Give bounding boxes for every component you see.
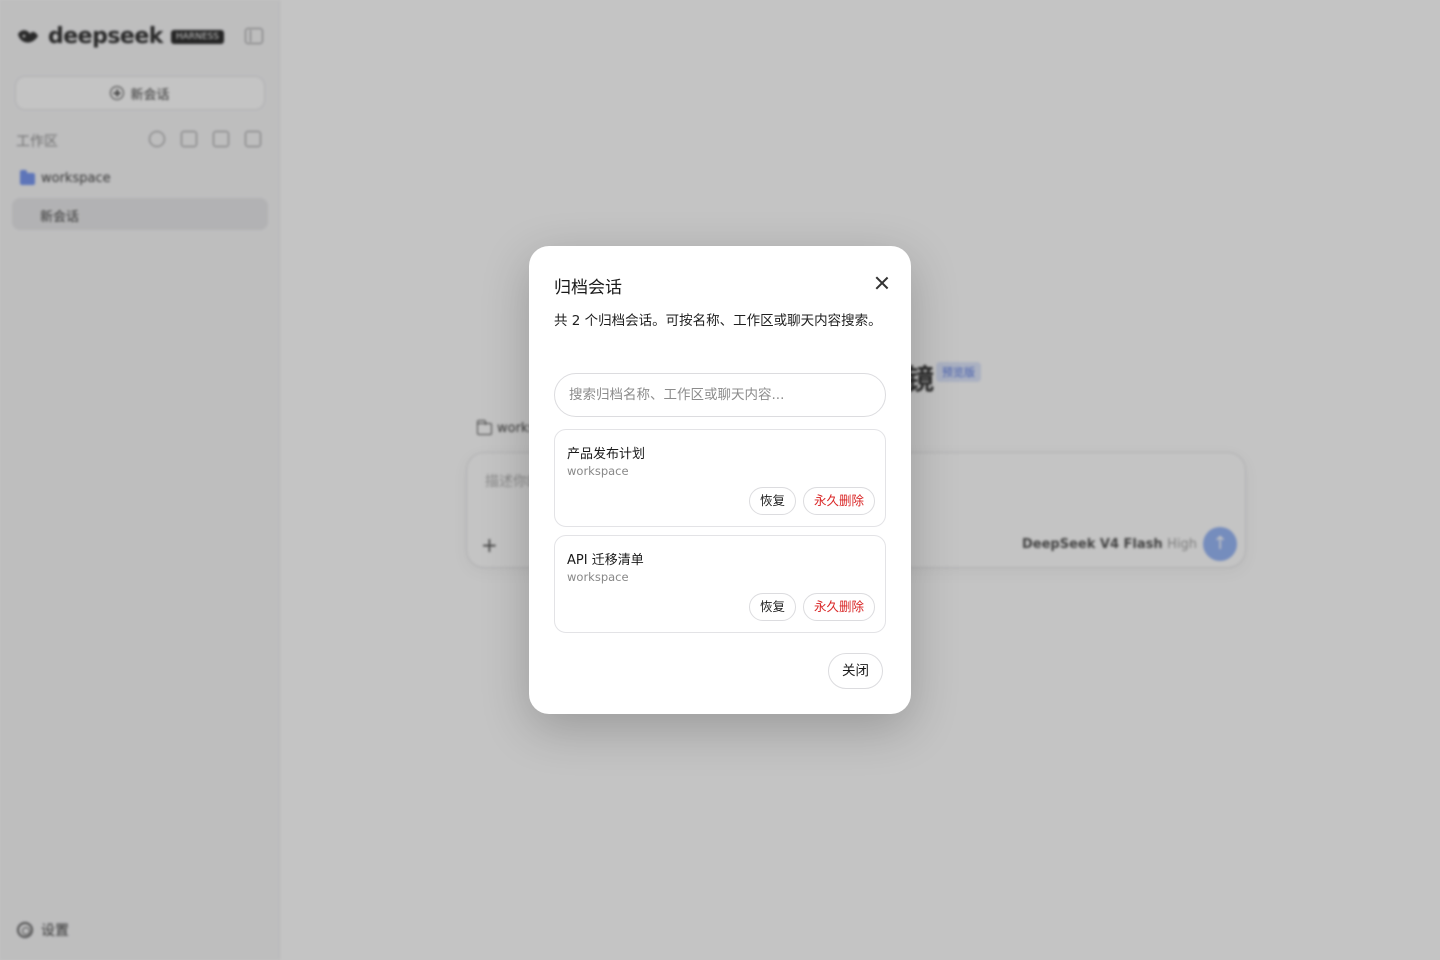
restore-button[interactable]: 恢复 (749, 593, 797, 621)
archived-item: 产品发布计划 workspace 恢复 永久删除 (554, 429, 886, 527)
archived-item-workspace: workspace (567, 570, 629, 584)
restore-button[interactable]: 恢复 (749, 487, 797, 515)
archived-item: API 迁移清单 workspace 恢复 永久删除 (554, 535, 886, 633)
archived-conversations-dialog: 归档会话 共 2 个归档会话。可按名称、工作区或聊天内容搜索。 产品发布计划 w… (529, 246, 911, 714)
archived-item-workspace: workspace (567, 464, 629, 478)
dialog-title: 归档会话 (554, 278, 622, 298)
close-icon[interactable] (873, 274, 891, 292)
delete-permanently-button[interactable]: 永久删除 (803, 593, 876, 621)
dialog-description: 共 2 个归档会话。可按名称、工作区或聊天内容搜索。 (554, 313, 882, 329)
archive-search-input[interactable] (554, 373, 886, 417)
archived-item-title: API 迁移清单 (567, 553, 644, 568)
archived-item-title: 产品发布计划 (567, 447, 646, 462)
delete-permanently-button[interactable]: 永久删除 (803, 487, 876, 515)
close-dialog-button[interactable]: 关闭 (828, 653, 883, 689)
